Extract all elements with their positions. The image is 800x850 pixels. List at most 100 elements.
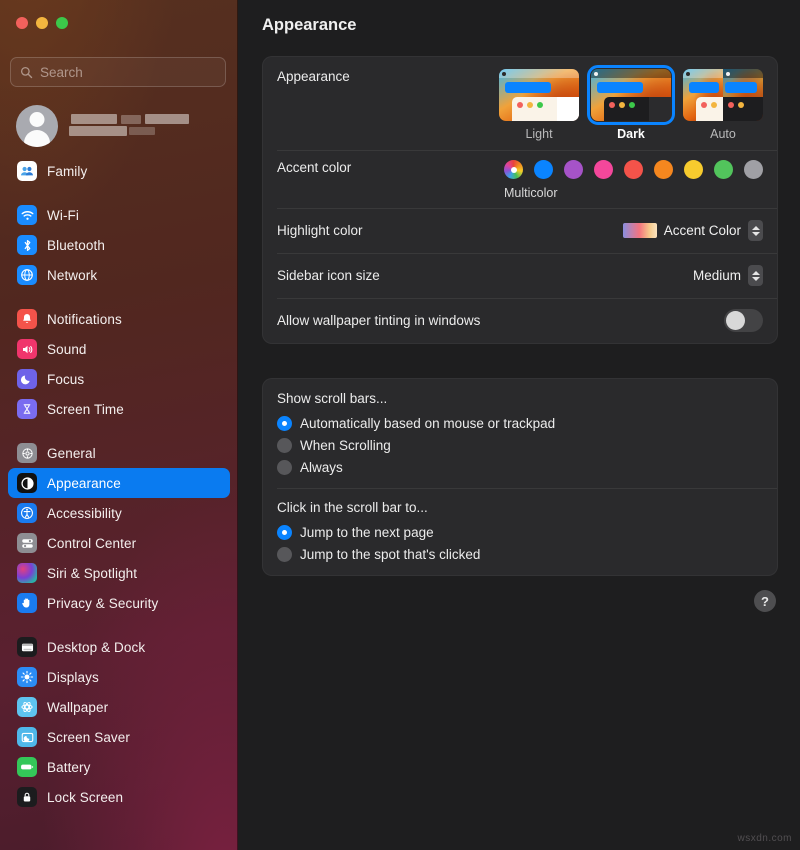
accent-swatch-blue[interactable] xyxy=(534,160,553,179)
sidebar-item-label: Wallpaper xyxy=(47,700,108,715)
sidebar-item-general[interactable]: General xyxy=(8,438,230,468)
nav-group-desktop: Desktop & Dock Displays xyxy=(8,632,230,812)
sidebar-item-label: Family xyxy=(47,164,87,179)
search-input[interactable] xyxy=(40,65,216,80)
sidebar-item-bluetooth[interactable]: Bluetooth xyxy=(8,230,230,260)
sidebar-item-label: Displays xyxy=(47,670,99,685)
accent-swatch-green[interactable] xyxy=(714,160,733,179)
radio-button[interactable] xyxy=(277,525,292,540)
theme-thumbnail-auto xyxy=(683,69,763,121)
accessibility-icon xyxy=(17,503,37,523)
nav-group-connectivity: Wi-Fi Bluetooth xyxy=(8,200,230,290)
appearance-row: Appearance Light xyxy=(263,57,777,150)
sidebar-item-label: Notifications xyxy=(47,312,122,327)
speaker-icon xyxy=(17,339,37,359)
radio-scrollbars-when-scrolling[interactable]: When Scrolling xyxy=(277,434,763,456)
radio-button[interactable] xyxy=(277,547,292,562)
accent-swatch-yellow[interactable] xyxy=(684,160,703,179)
sidebar-item-desktop-dock[interactable]: Desktop & Dock xyxy=(8,632,230,662)
chevron-updown-icon[interactable] xyxy=(748,220,763,241)
chevron-updown-icon[interactable] xyxy=(748,265,763,286)
search-field[interactable] xyxy=(10,57,226,87)
theme-label: Light xyxy=(499,127,579,141)
sidebar-icon-size-popup[interactable]: Medium xyxy=(693,265,763,286)
scroll-settings-card: Show scroll bars... Automatically based … xyxy=(262,378,778,576)
nav-group-family: Family xyxy=(8,156,230,186)
moon-icon xyxy=(17,369,37,389)
hand-icon xyxy=(17,593,37,613)
main-panel: Appearance Appearance Light xyxy=(238,0,800,850)
desktop-dock-icon xyxy=(17,637,37,657)
sidebar-item-accessibility[interactable]: Accessibility xyxy=(8,498,230,528)
control-center-icon xyxy=(17,533,37,553)
account-row[interactable] xyxy=(12,103,226,149)
wallpaper-tinting-toggle[interactable] xyxy=(724,309,763,332)
sidebar-item-label: Screen Time xyxy=(47,402,124,417)
show-scroll-bars-heading: Show scroll bars... xyxy=(277,391,763,406)
theme-label: Dark xyxy=(591,127,671,141)
wallpaper-tinting-label: Allow wallpaper tinting in windows xyxy=(277,313,480,328)
highlight-value: Accent Color xyxy=(664,223,741,238)
sidebar-item-label: Wi-Fi xyxy=(47,208,79,223)
sidebar-item-label: Network xyxy=(47,268,97,283)
help-button[interactable]: ? xyxy=(754,590,776,612)
sidebar-item-screen-time[interactable]: Screen Time xyxy=(8,394,230,424)
sidebar-item-notifications[interactable]: Notifications xyxy=(8,304,230,334)
hourglass-icon xyxy=(17,399,37,419)
screen-saver-icon xyxy=(17,727,37,747)
radio-button[interactable] xyxy=(277,416,292,431)
sidebar-item-wifi[interactable]: Wi-Fi xyxy=(8,200,230,230)
accent-color-row: Accent color Multicolor xyxy=(263,150,777,208)
radio-scrollbars-always[interactable]: Always xyxy=(277,456,763,478)
theme-option-dark[interactable]: Dark xyxy=(591,69,671,141)
sidebar-item-battery[interactable]: Battery xyxy=(8,752,230,782)
radio-button[interactable] xyxy=(277,460,292,475)
sidebar-item-lock-screen[interactable]: Lock Screen xyxy=(8,782,230,812)
sidebar-item-label: Appearance xyxy=(47,476,121,491)
accent-swatch-red[interactable] xyxy=(624,160,643,179)
radio-label: Automatically based on mouse or trackpad xyxy=(300,416,555,431)
theme-option-auto[interactable]: Auto xyxy=(683,69,763,141)
close-button[interactable] xyxy=(16,17,28,29)
sidebar-item-appearance[interactable]: Appearance xyxy=(8,468,230,498)
sidebar-item-label: Siri & Spotlight xyxy=(47,566,137,581)
wallpaper-tinting-row: Allow wallpaper tinting in windows xyxy=(263,298,777,343)
accent-swatch-graphite[interactable] xyxy=(744,160,763,179)
sidebar-item-privacy-security[interactable]: Privacy & Security xyxy=(8,588,230,618)
radio-click-jump-to-spot[interactable]: Jump to the spot that's clicked xyxy=(277,543,763,565)
radio-scrollbars-automatic[interactable]: Automatically based on mouse or trackpad xyxy=(277,412,763,434)
sidebar-item-label: Desktop & Dock xyxy=(47,640,145,655)
sidebar-item-siri-spotlight[interactable]: Siri & Spotlight xyxy=(8,558,230,588)
siri-icon xyxy=(17,563,37,583)
wallpaper-icon xyxy=(17,697,37,717)
sidebar-item-wallpaper[interactable]: Wallpaper xyxy=(8,692,230,722)
sidebar-item-label: Accessibility xyxy=(47,506,122,521)
minimize-button[interactable] xyxy=(36,17,48,29)
page-title: Appearance xyxy=(262,16,356,35)
theme-label: Auto xyxy=(683,127,763,141)
sidebar-item-label: General xyxy=(47,446,96,461)
sidebar-item-control-center[interactable]: Control Center xyxy=(8,528,230,558)
sidebar-item-displays[interactable]: Displays xyxy=(8,662,230,692)
show-scroll-bars-section: Show scroll bars... Automatically based … xyxy=(263,379,777,488)
accent-swatch-pink[interactable] xyxy=(594,160,613,179)
highlight-row-label: Highlight color xyxy=(277,223,363,238)
watermark: wsxdn.com xyxy=(737,833,792,844)
sidebar-item-network[interactable]: Network xyxy=(8,260,230,290)
bell-icon xyxy=(17,309,37,329)
accent-swatch-purple[interactable] xyxy=(564,160,583,179)
sidebar-item-family[interactable]: Family xyxy=(8,156,230,186)
radio-button[interactable] xyxy=(277,438,292,453)
sidebar-item-sound[interactable]: Sound xyxy=(8,334,230,364)
highlight-color-popup[interactable]: Accent Color xyxy=(623,220,763,241)
radio-click-next-page[interactable]: Jump to the next page xyxy=(277,521,763,543)
sidebar-item-label: Lock Screen xyxy=(47,790,123,805)
sidebar-item-screen-saver[interactable]: Screen Saver xyxy=(8,722,230,752)
zoom-button[interactable] xyxy=(56,17,68,29)
accent-row-label: Accent color xyxy=(277,160,351,175)
theme-option-light[interactable]: Light xyxy=(499,69,579,141)
sidebar-nav: Family Wi-Fi xyxy=(8,156,230,826)
accent-swatch-multicolor[interactable] xyxy=(504,160,523,179)
accent-swatch-orange[interactable] xyxy=(654,160,673,179)
sidebar-item-focus[interactable]: Focus xyxy=(8,364,230,394)
